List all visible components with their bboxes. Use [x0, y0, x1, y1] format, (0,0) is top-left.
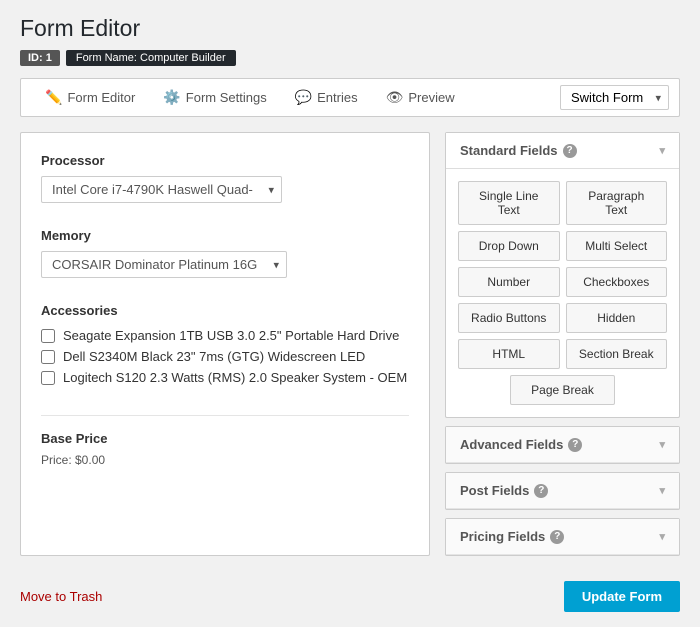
post-fields-help-icon[interactable]: ? — [534, 484, 548, 498]
field-btn-radio-buttons[interactable]: Radio Buttons — [458, 303, 560, 333]
tab-form-settings[interactable]: ⚙️ Form Settings — [149, 79, 280, 116]
tab-form-editor[interactable]: ✏️ Form Editor — [31, 79, 149, 116]
accessory-checkbox-0[interactable] — [41, 329, 55, 343]
title-badges: ID: 1 Form Name: Computer Builder — [20, 50, 680, 66]
advanced-fields-help-icon[interactable]: ? — [568, 438, 582, 452]
form-editor-icon: ✏️ — [45, 89, 62, 106]
right-panel: Standard Fields ? ▾ Single Line Text Par… — [445, 132, 680, 556]
base-price-label: Base Price — [41, 431, 409, 446]
advanced-fields-header[interactable]: Advanced Fields ? ▾ — [446, 427, 679, 463]
processor-group: Processor Intel Core i7-4790K Haswell Qu… — [41, 153, 409, 203]
pricing-fields-title-row: Pricing Fields ? — [460, 529, 564, 544]
accessory-checkbox-2[interactable] — [41, 371, 55, 385]
main-content: Processor Intel Core i7-4790K Haswell Qu… — [20, 132, 680, 556]
advanced-fields-title: Advanced Fields — [460, 437, 563, 452]
switch-form-select-wrapper: Switch Form — [560, 85, 669, 110]
standard-fields-section: Standard Fields ? ▾ Single Line Text Par… — [445, 132, 680, 418]
memory-select-wrapper: CORSAIR Dominator Platinum 16G — [41, 251, 287, 278]
memory-select[interactable]: CORSAIR Dominator Platinum 16G — [41, 251, 287, 278]
advanced-fields-title-row: Advanced Fields ? — [460, 437, 582, 452]
base-price-value: Price: $0.00 — [41, 453, 105, 467]
accessory-text-0: Seagate Expansion 1TB USB 3.0 2.5" Porta… — [63, 328, 399, 343]
field-btn-section-break[interactable]: Section Break — [566, 339, 668, 369]
nav-tabs: ✏️ Form Editor ⚙️ Form Settings 💬 Entrie… — [31, 79, 560, 116]
standard-fields-title: Standard Fields — [460, 143, 558, 158]
nav-bar: ✏️ Form Editor ⚙️ Form Settings 💬 Entrie… — [20, 78, 680, 117]
post-fields-chevron: ▾ — [659, 484, 665, 497]
post-fields-header[interactable]: Post Fields ? ▾ — [446, 473, 679, 509]
processor-label: Processor — [41, 153, 409, 168]
field-btn-number[interactable]: Number — [458, 267, 560, 297]
page-title: Form Editor — [20, 15, 680, 42]
preview-icon: 👁 — [386, 89, 404, 106]
move-to-trash-link[interactable]: Move to Trash — [20, 589, 102, 604]
id-badge: ID: 1 — [20, 50, 60, 66]
entries-icon: 💬 — [295, 89, 312, 106]
accessory-text-1: Dell S2340M Black 23" 7ms (GTG) Widescre… — [63, 349, 365, 364]
field-btn-html[interactable]: HTML — [458, 339, 560, 369]
memory-group: Memory CORSAIR Dominator Platinum 16G — [41, 228, 409, 278]
base-price-section: Base Price Price: $0.00 — [41, 415, 409, 467]
tab-entries[interactable]: 💬 Entries — [281, 79, 372, 116]
accessory-item-0: Seagate Expansion 1TB USB 3.0 2.5" Porta… — [41, 328, 409, 343]
pricing-fields-section: Pricing Fields ? ▾ — [445, 518, 680, 556]
tab-form-editor-label: Form Editor — [67, 90, 135, 105]
standard-fields-chevron: ▾ — [659, 144, 665, 157]
memory-label: Memory — [41, 228, 409, 243]
processor-select[interactable]: Intel Core i7-4790K Haswell Quad- — [41, 176, 282, 203]
update-form-button[interactable]: Update Form — [564, 581, 680, 612]
field-btn-page-break[interactable]: Page Break — [510, 375, 615, 405]
accessory-text-2: Logitech S120 2.3 Watts (RMS) 2.0 Speake… — [63, 370, 407, 385]
bottom-bar: Move to Trash Update Form — [20, 571, 680, 612]
tab-form-settings-label: Form Settings — [186, 90, 267, 105]
tab-preview-label: Preview — [408, 90, 454, 105]
pricing-fields-chevron: ▾ — [659, 530, 665, 543]
form-name-badge: Form Name: Computer Builder — [66, 50, 236, 66]
pricing-fields-title: Pricing Fields — [460, 529, 545, 544]
tab-entries-label: Entries — [317, 90, 357, 105]
switch-form-select[interactable]: Switch Form — [560, 85, 669, 110]
standard-fields-title-row: Standard Fields ? — [460, 143, 577, 158]
field-btn-drop-down[interactable]: Drop Down — [458, 231, 560, 261]
processor-select-wrapper: Intel Core i7-4790K Haswell Quad- — [41, 176, 282, 203]
left-panel: Processor Intel Core i7-4790K Haswell Qu… — [20, 132, 430, 556]
accessory-item-2: Logitech S120 2.3 Watts (RMS) 2.0 Speake… — [41, 370, 409, 385]
accessories-group: Accessories Seagate Expansion 1TB USB 3.… — [41, 303, 409, 385]
standard-fields-help-icon[interactable]: ? — [563, 144, 577, 158]
field-btn-multi-select[interactable]: Multi Select — [566, 231, 668, 261]
tab-preview[interactable]: 👁 Preview — [372, 79, 469, 116]
post-fields-section: Post Fields ? ▾ — [445, 472, 680, 510]
post-fields-title: Post Fields — [460, 483, 529, 498]
field-btn-paragraph-text[interactable]: Paragraph Text — [566, 181, 668, 225]
standard-fields-header[interactable]: Standard Fields ? ▾ — [446, 133, 679, 169]
accessory-item-1: Dell S2340M Black 23" 7ms (GTG) Widescre… — [41, 349, 409, 364]
form-settings-icon: ⚙️ — [163, 89, 180, 106]
advanced-fields-section: Advanced Fields ? ▾ — [445, 426, 680, 464]
pricing-fields-header[interactable]: Pricing Fields ? ▾ — [446, 519, 679, 555]
field-btn-hidden[interactable]: Hidden — [566, 303, 668, 333]
switch-form-wrapper: Switch Form — [560, 85, 669, 110]
accessories-label: Accessories — [41, 303, 409, 318]
field-btn-single-line-text[interactable]: Single Line Text — [458, 181, 560, 225]
post-fields-title-row: Post Fields ? — [460, 483, 548, 498]
field-btn-checkboxes[interactable]: Checkboxes — [566, 267, 668, 297]
advanced-fields-chevron: ▾ — [659, 438, 665, 451]
accessory-checkbox-1[interactable] — [41, 350, 55, 364]
pricing-fields-help-icon[interactable]: ? — [550, 530, 564, 544]
standard-fields-buttons: Single Line Text Paragraph Text Drop Dow… — [446, 169, 679, 417]
